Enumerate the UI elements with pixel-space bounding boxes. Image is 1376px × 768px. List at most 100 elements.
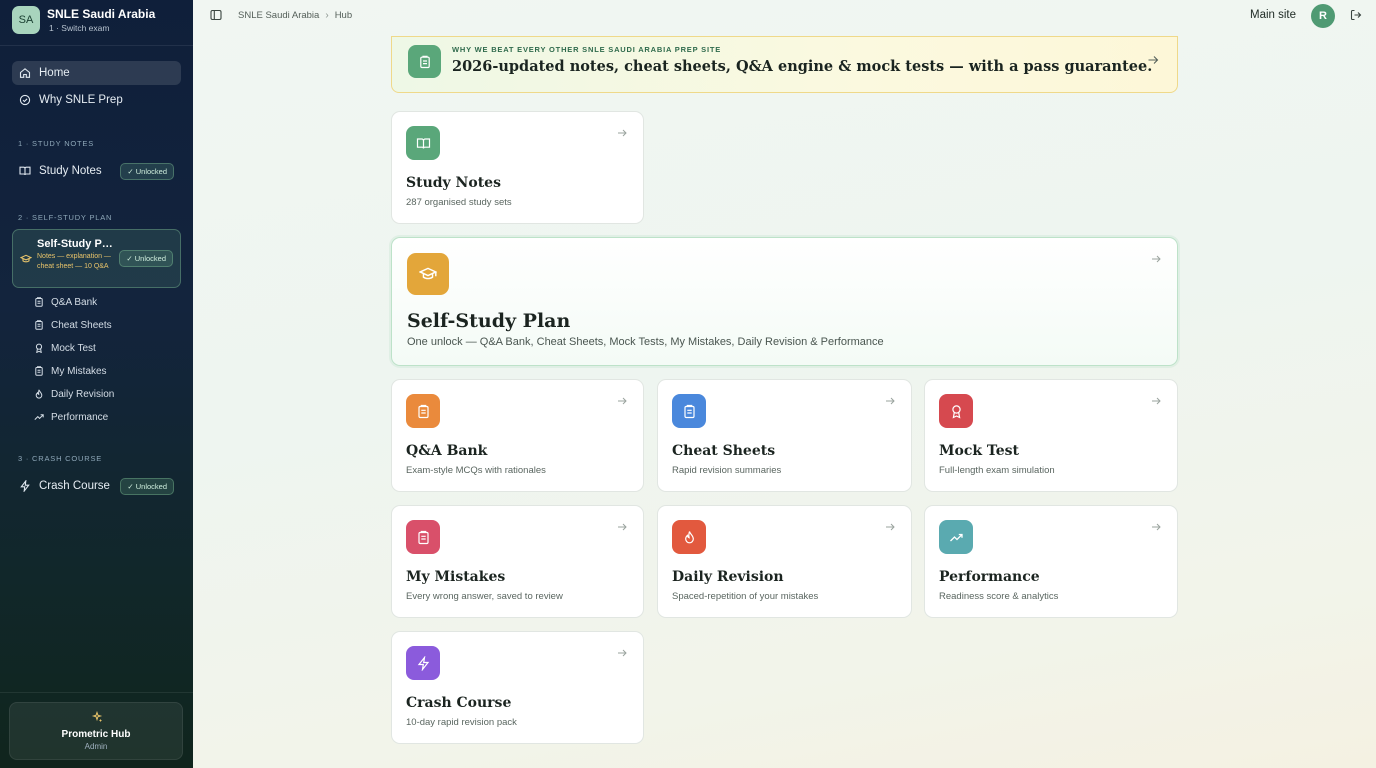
- card-my-mistakes[interactable]: My Mistakes Every wrong answer, saved to…: [391, 505, 644, 618]
- card-study-notes[interactable]: Study Notes 287 organised study sets: [391, 111, 644, 224]
- sidebar-item-crash-course[interactable]: Crash Course ✓ Unlocked: [12, 474, 181, 498]
- sidebar-item-home[interactable]: Home: [12, 61, 181, 85]
- sidebar-subitem-label: Cheat Sheets: [51, 319, 112, 331]
- clipboard-icon: [417, 530, 429, 544]
- card-self-study-plan[interactable]: Self-Study Plan One unlock — Q&A Bank, C…: [391, 237, 1178, 366]
- sidebar-subitem-label: Q&A Bank: [51, 296, 98, 308]
- plan-description: Notes — explanation — cheat sheet — 10 Q…: [37, 253, 111, 270]
- arrow-right-icon: [618, 129, 627, 137]
- sidebar-subitem-performance[interactable]: Performance: [34, 409, 108, 425]
- sidebar-subitem-qa-bank[interactable]: Q&A Bank: [34, 294, 97, 310]
- sidebar-toggle-icon[interactable]: [210, 9, 222, 21]
- flame-icon: [35, 389, 43, 399]
- brand-avatar: SA: [12, 6, 40, 34]
- card-performance[interactable]: Performance Readiness score & analytics: [924, 505, 1178, 618]
- card-description: Exam-style MCQs with rationales: [406, 465, 546, 476]
- unlocked-badge: ✓ Unlocked: [120, 477, 174, 495]
- unlocked-badge: ✓ Unlocked: [119, 250, 173, 267]
- clipboard-icon: [683, 404, 695, 418]
- sidebar: SA SNLE Saudi Arabia 1 · Switch exam Hom…: [0, 0, 193, 768]
- card-qa-bank[interactable]: Q&A Bank Exam-style MCQs with rationales: [391, 379, 644, 492]
- trending-up-icon: [949, 533, 963, 541]
- breadcrumb-current: Hub: [334, 10, 353, 21]
- card-icon: [406, 126, 440, 160]
- section-label-self-study-plan: 2 · SELF-STUDY PLAN: [18, 213, 113, 222]
- arrow-right-icon: [618, 523, 627, 531]
- award-icon: [35, 343, 43, 353]
- card-icon: [406, 646, 440, 680]
- banner-icon: [408, 45, 441, 78]
- arrow-right-icon: [1152, 397, 1161, 405]
- zap-icon: [20, 480, 30, 492]
- breadcrumb-root[interactable]: SNLE Saudi Arabia: [238, 10, 319, 21]
- brand-subtitle: 1 · Switch exam: [49, 23, 110, 33]
- card-icon: [672, 394, 706, 428]
- sidebar-item-study-notes[interactable]: Study Notes ✓ Unlocked: [12, 159, 181, 183]
- card-icon: [672, 520, 706, 554]
- logout-icon[interactable]: [1350, 9, 1362, 21]
- card-title: Daily Revision: [672, 569, 784, 585]
- card-daily-revision[interactable]: Daily Revision Spaced-repetition of your…: [657, 505, 912, 618]
- sidebar-subitem-mock-test[interactable]: Mock Test: [34, 340, 96, 356]
- graduation-cap-icon: [419, 267, 437, 280]
- sidebar-item-self-study-plan[interactable]: Self-Study Plan Notes — explanation — ch…: [12, 229, 181, 288]
- promo-banner[interactable]: WHY WE BEAT EVERY OTHER SNLE SAUDI ARABI…: [391, 36, 1178, 93]
- sidebar-subitem-label: Mock Test: [51, 342, 96, 354]
- sidebar-subitem-label: My Mistakes: [51, 365, 107, 377]
- clipboard-icon: [417, 404, 429, 418]
- clipboard-icon: [35, 320, 43, 330]
- card-icon: [939, 520, 973, 554]
- card-crash-course[interactable]: Crash Course 10-day rapid revision pack: [391, 631, 644, 744]
- card-description: 10-day rapid revision pack: [406, 717, 517, 728]
- banner-title: 2026-updated notes, cheat sheets, Q&A en…: [452, 58, 1153, 75]
- card-description: Readiness score & analytics: [939, 591, 1059, 602]
- main-content: SNLE Saudi Arabia › Hub Main site R WHY …: [193, 0, 1376, 768]
- brand-title: SNLE Saudi Arabia: [47, 7, 156, 21]
- card-description: One unlock — Q&A Bank, Cheat Sheets, Moc…: [407, 336, 884, 348]
- card-description: Rapid revision summaries: [672, 465, 782, 476]
- arrow-right-icon: [886, 523, 895, 531]
- exam-switcher[interactable]: SA SNLE Saudi Arabia 1 · Switch exam: [12, 6, 155, 34]
- card-title: My Mistakes: [406, 569, 506, 585]
- arrow-right-icon: [1152, 255, 1161, 263]
- sidebar-item-why-label: Why SNLE Prep: [39, 94, 123, 106]
- card-title: Study Notes: [406, 175, 501, 191]
- topbar: SNLE Saudi Arabia › Hub Main site R: [193, 0, 1376, 34]
- sidebar-item-crash-course-label: Crash Course: [39, 480, 110, 492]
- sidebar-subitem-daily-revision[interactable]: Daily Revision: [34, 386, 114, 402]
- card-title: Self-Study Plan: [407, 310, 571, 332]
- main-site-link[interactable]: Main site: [1250, 9, 1296, 21]
- account-name: Prometric Hub: [61, 729, 131, 740]
- section-label-study-notes: 1 · STUDY NOTES: [18, 139, 95, 148]
- card-icon: [939, 394, 973, 428]
- card-title: Q&A Bank: [406, 443, 488, 459]
- home-icon: [19, 68, 31, 78]
- account-card[interactable]: Prometric Hub Admin: [9, 702, 183, 760]
- graduation-cap-icon: [20, 254, 32, 263]
- card-title: Crash Course: [406, 695, 512, 711]
- zap-icon: [417, 655, 429, 671]
- clipboard-check-icon: [419, 55, 430, 68]
- arrow-right-icon: [886, 397, 895, 405]
- card-icon: [407, 253, 449, 295]
- account-role: Admin: [84, 742, 108, 751]
- card-title: Performance: [939, 569, 1040, 585]
- flame-icon: [684, 530, 694, 543]
- sidebar-item-why-snle-prep[interactable]: Why SNLE Prep: [12, 88, 181, 112]
- plan-title: Self-Study Plan: [37, 238, 115, 250]
- card-mock-test[interactable]: Mock Test Full-length exam simulation: [924, 379, 1178, 492]
- card-description: Spaced-repetition of your mistakes: [672, 591, 819, 602]
- sidebar-subitem-cheat-sheets[interactable]: Cheat Sheets: [34, 317, 112, 333]
- arrow-right-icon: [618, 397, 627, 405]
- arrow-right-icon: [1152, 523, 1161, 531]
- card-icon: [406, 520, 440, 554]
- sidebar-subitem-my-mistakes[interactable]: My Mistakes: [34, 363, 107, 379]
- user-avatar[interactable]: R: [1311, 4, 1335, 28]
- card-icon: [406, 394, 440, 428]
- sidebar-subitem-label: Performance: [51, 411, 109, 423]
- sidebar-item-home-label: Home: [39, 67, 70, 79]
- arrow-right-icon: [1148, 56, 1159, 64]
- card-cheat-sheets[interactable]: Cheat Sheets Rapid revision summaries: [657, 379, 912, 492]
- badge-check-icon: [19, 94, 31, 106]
- card-description: Full-length exam simulation: [939, 465, 1055, 476]
